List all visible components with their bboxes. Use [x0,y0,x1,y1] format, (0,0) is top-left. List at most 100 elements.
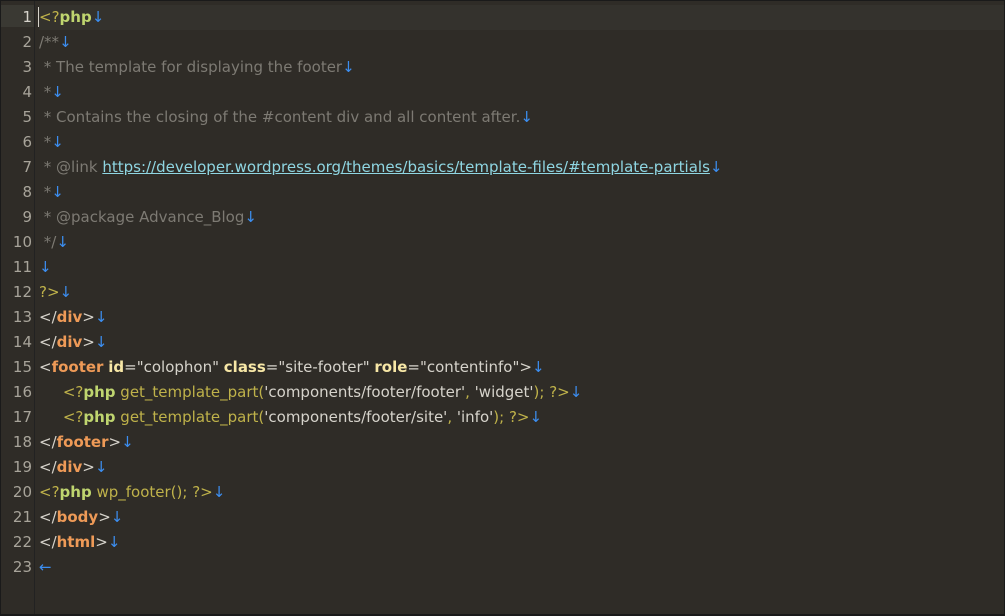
code-line[interactable]: /**↓ [39,30,1004,55]
newline-marker: ↓ [59,33,72,51]
code-line[interactable]: * @link https://developer.wordpress.org/… [39,155,1004,180]
code-line[interactable]: </div>↓ [39,305,1004,330]
code-token: 'components/footer/footer' [264,383,466,401]
line-number: 1 [22,8,32,26]
code-token: </ [39,308,57,326]
code-token: ); [533,383,550,401]
code-token: < [39,358,52,376]
line-number: 11 [12,258,32,276]
link[interactable]: https://developer.wordpress.org/themes/b… [102,158,710,176]
code-line[interactable]: <?php wp_footer(); ?>↓ [39,480,1004,505]
code-token: ?> [549,383,570,401]
code-line[interactable]: * The template for displaying the footer… [39,55,1004,80]
code-token: 'components/footer/site' [264,408,448,426]
newline-marker: ↓ [212,483,226,501]
newline-marker: ↓ [51,183,64,201]
code-token: */ [39,233,57,251]
line-number-gutter[interactable]: 1 2 3 4 5 6 7 8 9 10 11 12 13 14 15 16 17 18 19 20 21 22 23 [1,1,35,614]
code-line[interactable]: <?php get_template_part('components/foot… [39,380,1004,405]
code-token: > [95,533,108,551]
newline-marker: ↓ [244,208,257,226]
code-line[interactable]: ↓ [39,255,1004,280]
code-token: div [56,308,83,326]
code-token: /** [39,33,60,51]
line-number: 19 [12,458,32,476]
code-token: > [82,308,95,326]
code-line[interactable]: * @package Advance_Blog↓ [39,205,1004,230]
line-number: 13 [12,308,32,326]
line-number: 12 [12,283,32,301]
code-line[interactable]: ← [39,555,1004,580]
line-number: 6 [22,133,32,151]
code-token: = [407,358,420,376]
code-line[interactable]: </body>↓ [39,505,1004,530]
newline-marker: ↓ [59,283,73,301]
code-token: , [447,408,457,426]
code-token: = [265,358,279,376]
code-token: ); [493,408,509,426]
code-line[interactable]: </div>↓ [39,455,1004,480]
code-line[interactable]: *↓ [39,130,1004,155]
code-editor[interactable]: 1 2 3 4 5 6 7 8 9 10 11 12 13 14 15 16 17 18 19 20 21 22 23 <?… [1,1,1004,614]
code-line[interactable]: *↓ [39,180,1004,205]
code-token: * [39,83,52,101]
newline-marker: ↓ [94,308,108,326]
code-token: div [56,458,83,476]
code-token: > [108,433,122,451]
code-token: * [39,133,52,151]
code-token: > [519,358,532,376]
code-token: "site-footer" [278,358,370,376]
line-number: 21 [12,508,32,526]
code-text-area[interactable]: <?php↓/**↓ * The template for displaying… [39,5,1004,580]
code-token: > [98,508,111,526]
line-number: 18 [12,433,32,451]
newline-marker: ↓ [56,233,69,251]
code-token: wp_footer(); [91,483,193,501]
code-token: php [59,8,92,26]
newline-marker: ↓ [51,133,64,151]
line-number: 7 [22,158,32,176]
code-line[interactable]: </footer>↓ [39,430,1004,455]
code-token: > [82,458,95,476]
code-token: = [124,358,137,376]
code-token: "contentinfo" [419,358,520,376]
newline-marker: ↓ [91,8,105,26]
newline-marker: ↓ [709,158,723,176]
code-line[interactable]: </html>↓ [39,530,1004,555]
code-token: * [39,183,52,201]
newline-marker: ↓ [342,58,355,76]
code-line[interactable]: ?>↓ [39,280,1004,305]
line-number: 15 [12,358,32,376]
code-token: get_template_part( [115,383,265,401]
line-number: 4 [22,83,32,101]
line-number: 17 [12,408,32,426]
code-line[interactable]: <footer id="colophon" class="site-footer… [39,355,1004,380]
code-token: body [56,508,99,526]
newline-marker: ↓ [531,358,545,376]
code-line[interactable]: <?php↓ [39,5,1004,30]
code-token: </ [39,508,57,526]
newline-marker: ↓ [107,533,121,551]
line-number: 23 [12,558,32,576]
code-line[interactable]: <?php get_template_part('components/foot… [39,405,1004,430]
code-token: * Contains the closing of the #content d… [39,108,521,126]
code-token: * @link [39,158,103,176]
code-line[interactable]: * Contains the closing of the #content d… [39,105,1004,130]
code-token: ?> [508,408,530,426]
newline-marker: ↓ [94,333,108,351]
code-token: get_template_part( [115,408,265,426]
line-number: 14 [12,333,32,351]
code-token: ?> [39,283,60,301]
code-line[interactable]: *↓ [39,80,1004,105]
code-line[interactable]: */↓ [39,230,1004,255]
code-token: role [374,358,408,376]
code-line[interactable]: </div>↓ [39,330,1004,355]
code-token: html [56,533,96,551]
line-number: 3 [22,58,32,76]
code-token: <? [62,408,84,426]
newline-marker: ← [39,558,52,576]
line-number: 8 [22,183,32,201]
code-token: </ [39,458,57,476]
code-token: id [108,358,125,376]
code-token: 'widget' [474,383,534,401]
